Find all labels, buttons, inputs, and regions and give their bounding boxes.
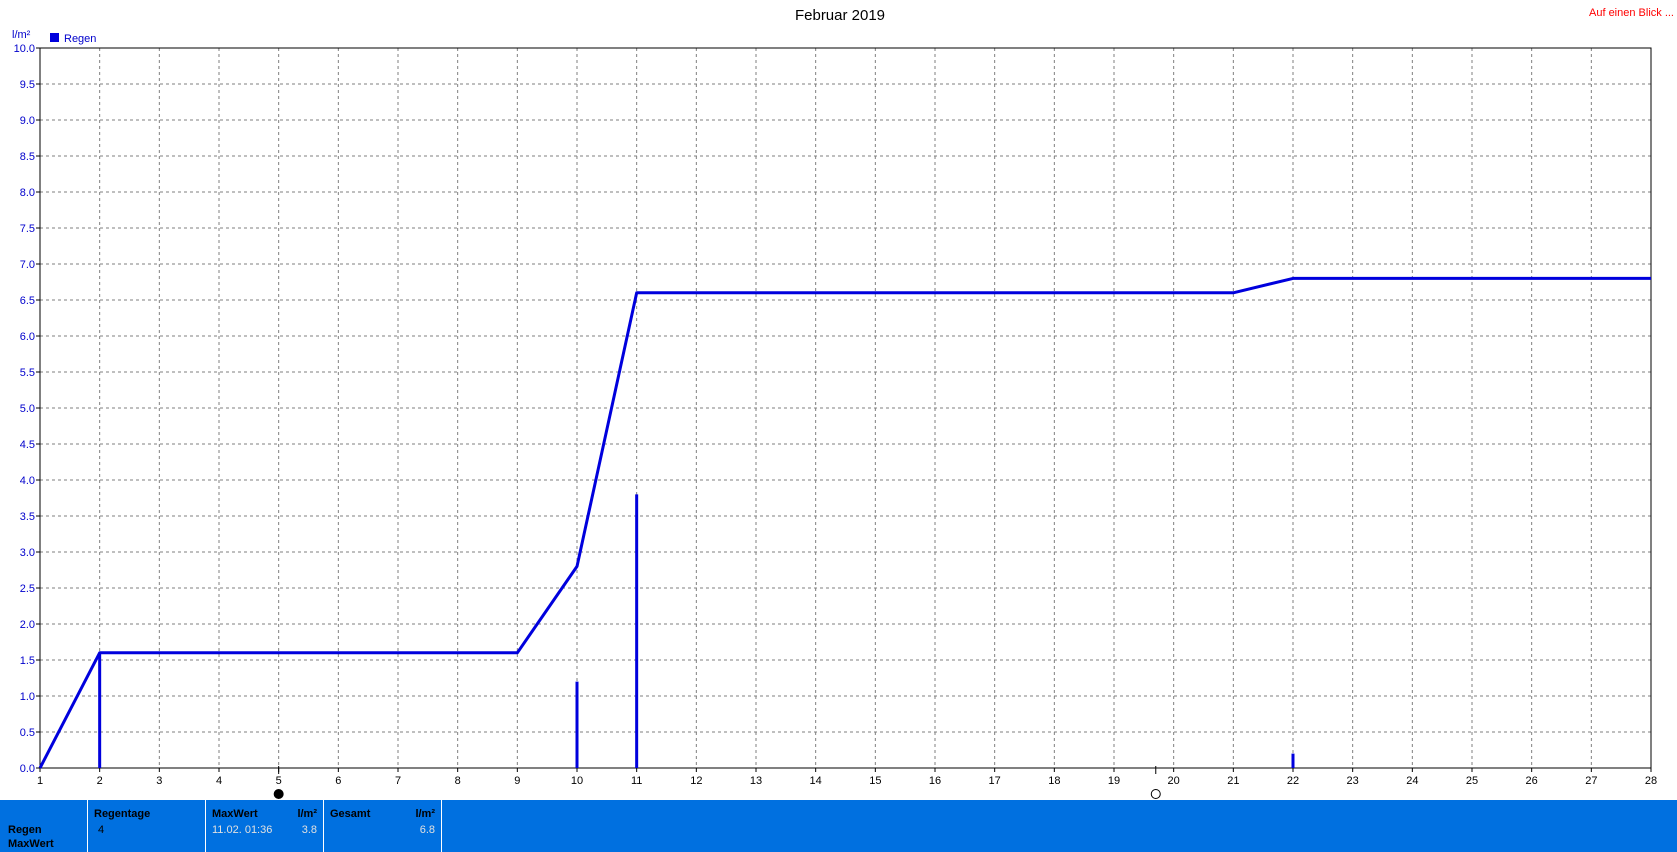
y-tick-label: 5.5 (20, 367, 35, 379)
y-tick-label: 1.0 (20, 691, 35, 703)
y-tick-label: 9.0 (20, 115, 35, 127)
y-tick-label: 4.5 (20, 439, 35, 451)
x-tick-label: 12 (690, 775, 702, 787)
y-tick-label: 3.5 (20, 511, 35, 523)
x-tick-label: 23 (1347, 775, 1359, 787)
x-tick-label: 3 (156, 775, 162, 787)
x-tick-label: 4 (216, 775, 222, 787)
regentage-header: Regentage (94, 808, 151, 820)
x-tick-label: 6 (335, 775, 341, 787)
y-tick-label: 2.5 (20, 583, 35, 595)
y-tick-label: 0.5 (20, 727, 35, 739)
x-tick-label: 25 (1466, 775, 1478, 787)
grid (40, 48, 1651, 768)
y-tick-label: 9.5 (20, 79, 35, 91)
x-tick-label: 10 (571, 775, 583, 787)
y-tick-label: 7.0 (20, 259, 35, 271)
regentage-value: 4 (98, 824, 105, 836)
x-tick-label: 27 (1585, 775, 1597, 787)
x-tick-label: 18 (1048, 775, 1060, 787)
maxwert-header: MaxWert (212, 808, 258, 820)
summary-table: Regen MaxWert Regentage 4 MaxWert l/m² 1… (0, 800, 1677, 852)
summary-row-label-cell: Regen MaxWert (0, 800, 88, 852)
cumulative-rain-line (38, 276, 1651, 769)
y-tick-label: 10.0 (14, 43, 35, 55)
y-tick-label: 4.0 (20, 475, 35, 487)
x-tick-label: 28 (1645, 775, 1657, 787)
gesamt-header: Gesamt (330, 808, 371, 820)
row-label-maxwert: MaxWert (8, 838, 54, 850)
x-tick-label: 8 (455, 775, 461, 787)
x-tick-label: 22 (1287, 775, 1299, 787)
x-tick-label: 13 (750, 775, 762, 787)
rain-chart: Februar 2019 Auf einen Blick ... l/m² Re… (12, 7, 1674, 799)
auf-einen-blick-link[interactable]: Auf einen Blick ... (1589, 7, 1674, 19)
x-tick-label: 26 (1526, 775, 1538, 787)
maxwert-value: 3.8 (301, 824, 317, 836)
y-tick-label: 5.0 (20, 403, 35, 415)
x-tick-label: 9 (514, 775, 520, 787)
maxwert-time: 11.02. 01:36 (212, 824, 273, 836)
y-tick-labels: 0.0 0.5 1.0 1.5 2.0 2.5 3.0 3.5 4.0 4.5 5.0 5.5 6.0 6… (14, 43, 35, 775)
x-tick-label: 2 (97, 775, 103, 787)
x-tick-label: 7 (395, 775, 401, 787)
gesamt-unit: l/m² (415, 808, 435, 820)
full-moon-icon (1150, 789, 1161, 799)
x-tick-label: 15 (869, 775, 881, 787)
new-moon-icon (273, 789, 284, 799)
x-tick-label: 19 (1108, 775, 1120, 787)
chart-title: Februar 2019 (795, 7, 885, 24)
moon-markers (273, 766, 1161, 799)
summary-maxwert-cell: MaxWert l/m² 11.02. 01:36 3.8 (206, 800, 324, 852)
x-tick-label: 14 (810, 775, 822, 787)
y-tick-label: 7.5 (20, 223, 35, 235)
y-axis-unit: l/m² (12, 29, 31, 41)
y-tick-label: 3.0 (20, 547, 35, 559)
x-tick-label: 24 (1406, 775, 1418, 787)
legend-label-regen: Regen (64, 33, 96, 45)
row-label-regen: Regen (8, 824, 42, 836)
x-tick-label: 5 (276, 775, 282, 787)
x-tick-label: 1 (37, 775, 43, 787)
gesamt-value: 6.8 (419, 824, 435, 836)
y-tick-label: 8.0 (20, 187, 35, 199)
x-tick-labels: 1 2 3 4 5 6 7 8 9 10 11 12 13 14 15 16 17 18 19 20 21 22 23 24 2… (37, 775, 1657, 787)
x-tick-label: 20 (1168, 775, 1180, 787)
cumulative-line (38, 276, 1651, 769)
y-tick-label: 6.0 (20, 331, 35, 343)
x-tick-label: 11 (631, 775, 642, 787)
summary-gesamt-cell: Gesamt l/m² 6.8 (324, 800, 442, 852)
y-tick-label: 6.5 (20, 295, 35, 307)
y-tick-label: 8.5 (20, 151, 35, 163)
legend-swatch (50, 33, 59, 42)
x-tick-label: 17 (989, 775, 1001, 787)
maxwert-unit: l/m² (297, 808, 317, 820)
y-tick-label: 0.0 (20, 763, 35, 775)
x-tick-label: 21 (1227, 775, 1239, 787)
summary-regentage-cell: Regentage 4 (88, 800, 206, 852)
y-tick-label: 1.5 (20, 655, 35, 667)
y-tick-label: 2.0 (20, 619, 35, 631)
x-tick-label: 16 (929, 775, 941, 787)
